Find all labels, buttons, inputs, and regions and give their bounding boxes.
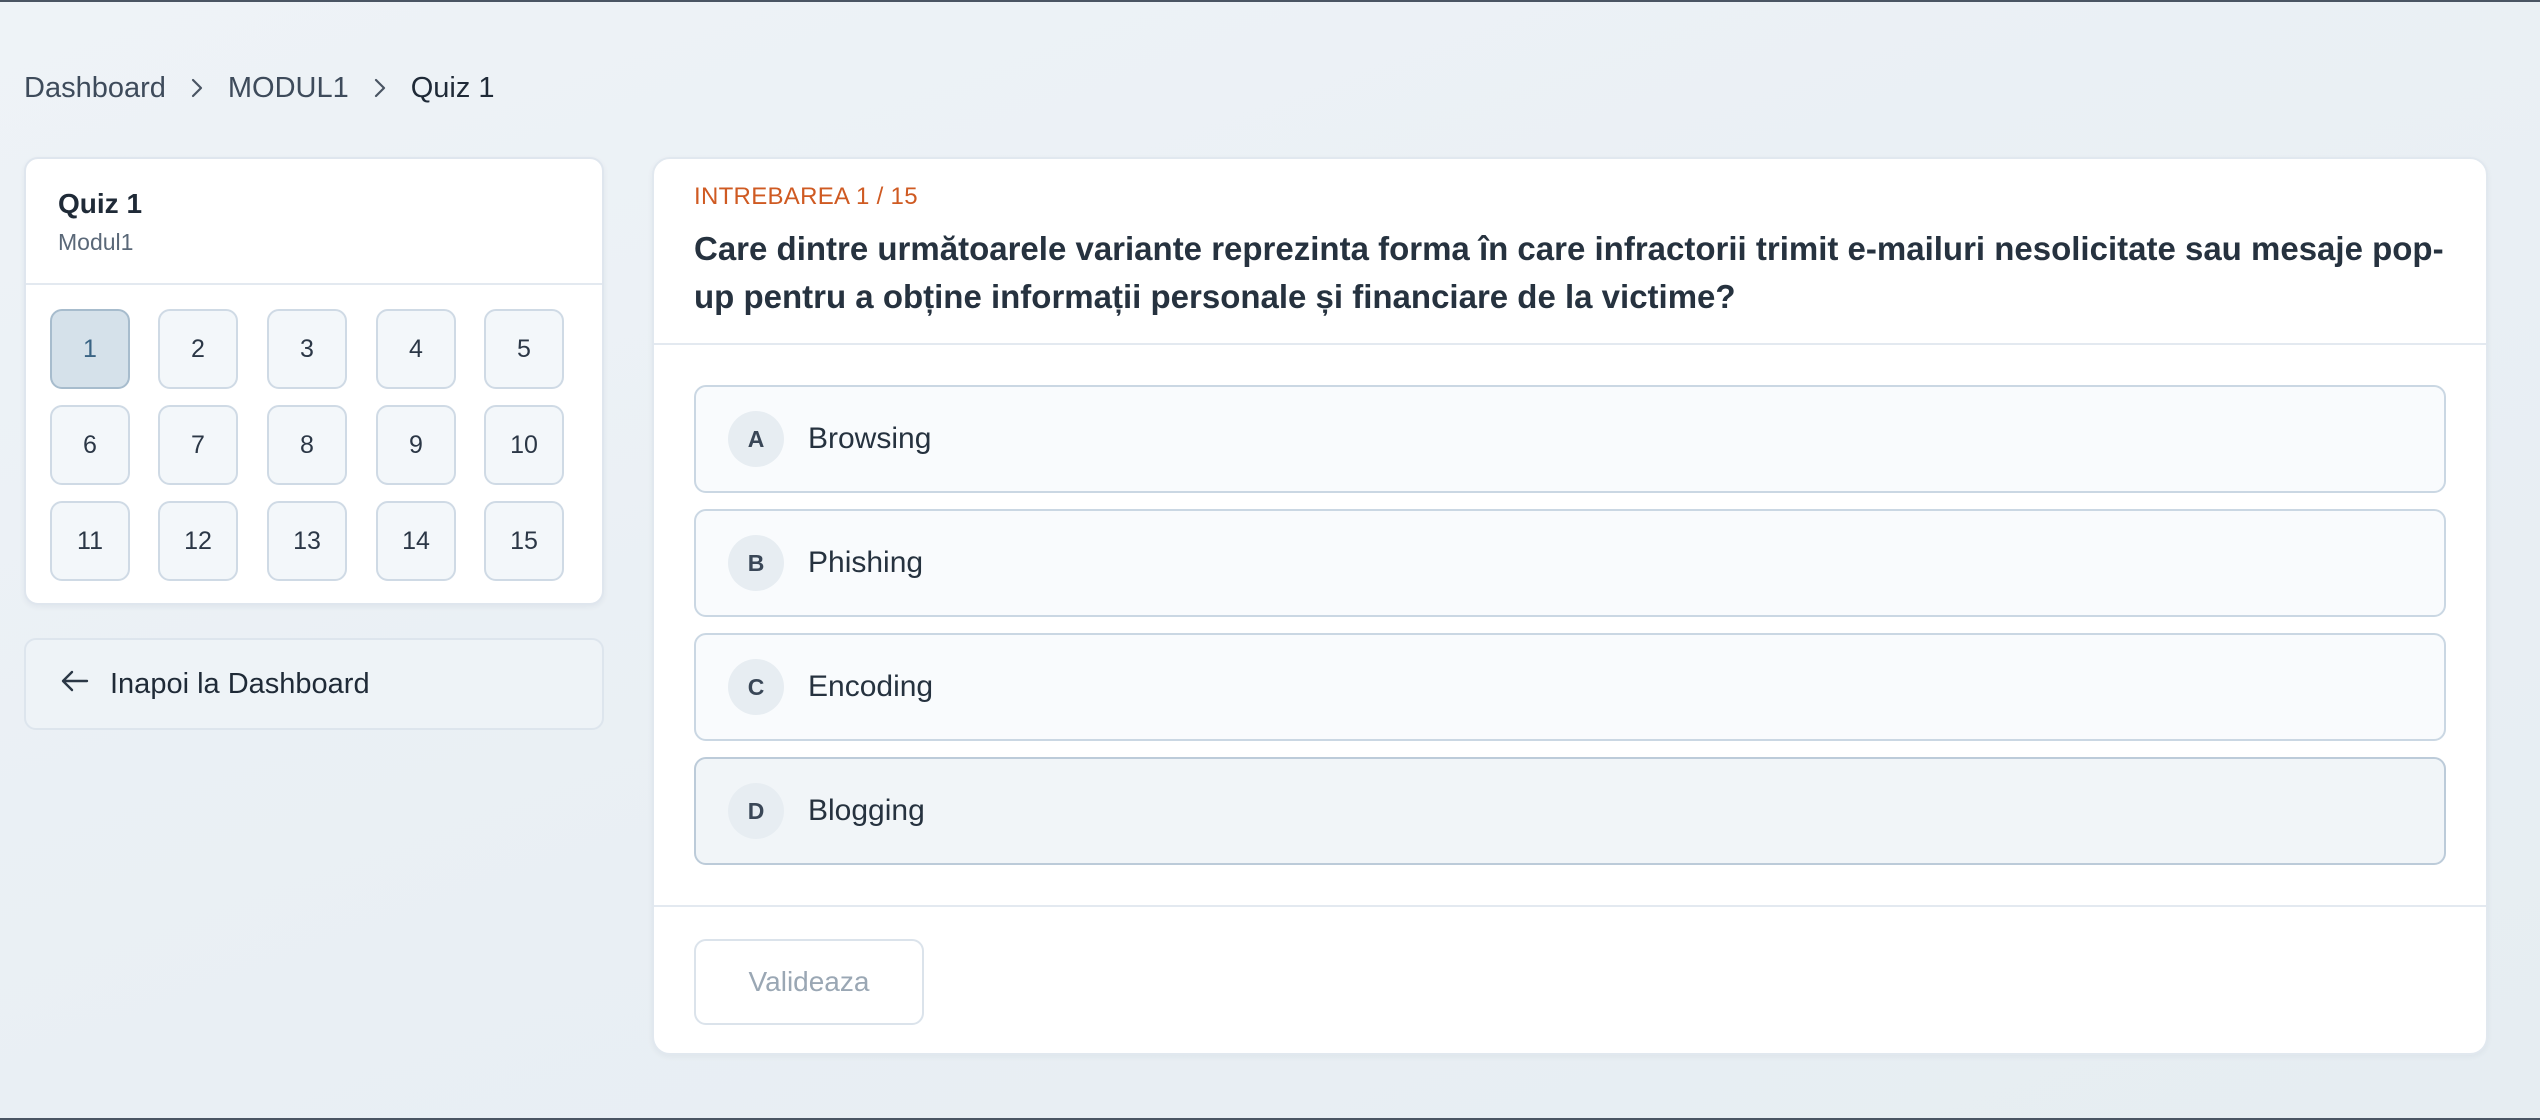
question-footer-divider xyxy=(654,905,2486,907)
question-nav-button-13[interactable]: 13 xyxy=(267,501,347,581)
question-nav-button-1[interactable]: 1 xyxy=(50,309,130,389)
answer-option-b[interactable]: B Phishing xyxy=(694,509,2446,617)
quiz-module-name: Modul1 xyxy=(58,228,134,255)
question-counter: INTREBAREA 1 / 15 xyxy=(694,183,918,210)
breadcrumb-current: Quiz 1 xyxy=(410,71,495,104)
question-nav-button-14[interactable]: 14 xyxy=(376,501,456,581)
back-to-dashboard-button[interactable]: Inapoi la Dashboard xyxy=(24,638,604,730)
answer-option-a[interactable]: A Browsing xyxy=(694,385,2446,493)
question-nav-button-12[interactable]: 12 xyxy=(158,501,238,581)
option-letter: B xyxy=(728,535,784,591)
answer-option-c[interactable]: C Encoding xyxy=(694,633,2446,741)
question-nav-button-9[interactable]: 9 xyxy=(376,405,456,485)
question-nav-button-2[interactable]: 2 xyxy=(158,309,238,389)
option-letter: A xyxy=(728,411,784,467)
quiz-navigator-header: Quiz 1 Modul1 xyxy=(26,159,602,285)
question-nav-button-6[interactable]: 6 xyxy=(50,405,130,485)
question-nav-button-11[interactable]: 11 xyxy=(50,501,130,581)
arrow-left-icon xyxy=(60,668,90,701)
question-nav-button-4[interactable]: 4 xyxy=(376,309,456,389)
quiz-navigator: Quiz 1 Modul1 1 2 3 4 5 6 7 8 9 10 11 12 13 14 15 xyxy=(24,157,604,605)
question-nav-button-8[interactable]: 8 xyxy=(267,405,347,485)
option-text: Phishing xyxy=(808,546,924,579)
breadcrumb: Dashboard MODUL1 Quiz 1 xyxy=(24,68,495,108)
option-text: Blogging xyxy=(808,794,925,827)
question-nav-button-3[interactable]: 3 xyxy=(267,309,347,389)
back-to-dashboard-label: Inapoi la Dashboard xyxy=(110,667,370,700)
breadcrumb-dashboard[interactable]: Dashboard xyxy=(24,72,166,105)
chevron-right-icon xyxy=(166,68,228,108)
question-card: INTREBAREA 1 / 15 Care dintre următoarel… xyxy=(652,157,2488,1055)
option-text: Browsing xyxy=(808,422,932,455)
question-nav-button-15[interactable]: 15 xyxy=(484,501,564,581)
quiz-title: Quiz 1 xyxy=(58,188,143,219)
question-nav-button-7[interactable]: 7 xyxy=(158,405,238,485)
validate-button[interactable]: Valideaza xyxy=(694,939,924,1025)
question-header: INTREBAREA 1 / 15 Care dintre următoarel… xyxy=(654,159,2486,345)
option-letter: C xyxy=(728,659,784,715)
breadcrumb-module[interactable]: MODUL1 xyxy=(228,72,349,105)
question-nav-button-5[interactable]: 5 xyxy=(484,309,564,389)
option-letter: D xyxy=(728,783,784,839)
option-text: Encoding xyxy=(808,670,934,703)
question-text: Care dintre următoarele variante reprezi… xyxy=(694,230,2444,315)
question-nav-button-10[interactable]: 10 xyxy=(484,405,564,485)
answer-option-d[interactable]: D Blogging xyxy=(694,757,2446,865)
chevron-right-icon xyxy=(349,68,411,108)
